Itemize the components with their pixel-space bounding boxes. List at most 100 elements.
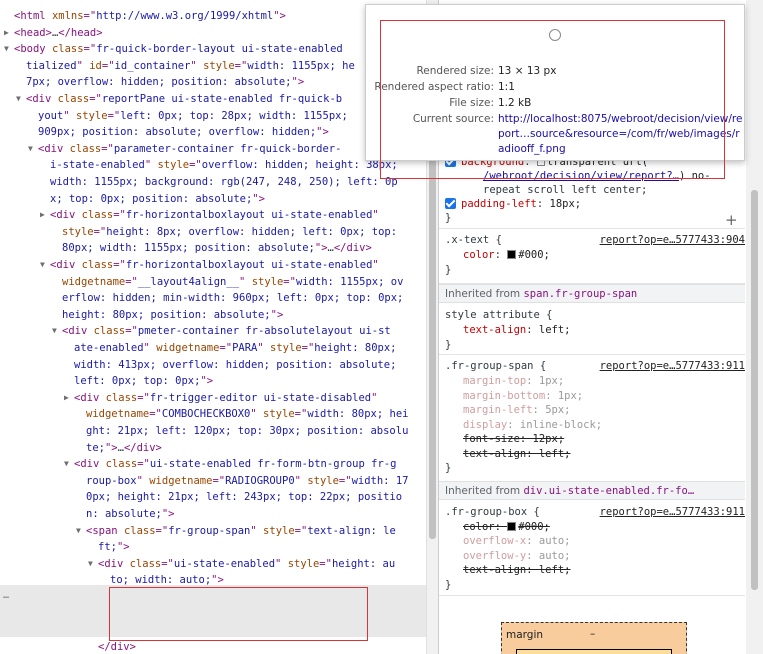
dom-token-tag: =": [161, 557, 174, 570]
dom-node-line[interactable]: ▼ <body class="fr-quick-border-layout ui-…: [0, 41, 426, 58]
decl-colon: :: [526, 375, 539, 387]
style-decl-margin-top[interactable]: margin-top: 1px;: [463, 374, 564, 389]
inherited-target-link[interactable]: div.ui-state-enabled.fr-fo…: [523, 485, 694, 497]
expand-triangle-icon[interactable]: ▼: [88, 556, 98, 573]
dom-node-line[interactable]: style="height: 8px; overflow: hidden; le…: [0, 224, 426, 241]
dom-node-line[interactable]: left: 0px; top: 0px;">: [0, 373, 426, 390]
dom-node-line[interactable]: ▼ <div class="ui-state-enabled" style="he…: [0, 556, 426, 573]
rule-selector-fr-group-span[interactable]: .fr-group-span {: [445, 359, 546, 374]
dom-token-attr: style: [251, 275, 284, 288]
style-decl-text-align[interactable]: text-align: left;: [463, 447, 570, 462]
dom-token-val: 0px; height: 21px; left: 243px; top: 22p…: [86, 491, 403, 504]
dom-token-val: 80px; width: 1155px; position: absolute;: [62, 242, 315, 255]
dom-node-line[interactable]: ▶ <div class="fr-horizontalboxlayout ui-s…: [0, 207, 426, 224]
dom-node-line[interactable]: 7px; overflow: hidden; position: absolut…: [0, 74, 426, 91]
dom-token-tag: =": [125, 275, 138, 288]
decl-colon: :: [545, 389, 558, 402]
box-model-margin-value[interactable]: –: [590, 628, 595, 640]
dom-node-line[interactable]: te;">…</div>: [0, 440, 426, 457]
dom-token-attr: style: [62, 225, 94, 238]
dom-node-line[interactable]: 909px; position: absolute; overflow: hid…: [0, 124, 426, 141]
style-decl-margin-left[interactable]: margin-left: 5px;: [463, 403, 571, 418]
dom-token-val: RADIOGROUP0: [225, 474, 295, 487]
expand-triangle-icon[interactable]: ▼: [52, 323, 62, 340]
dom-node-line[interactable]: width: 1155px; background: rgb(247, 248,…: [0, 174, 426, 191]
inherited-target-link[interactable]: span.fr-group-span: [523, 288, 637, 300]
dom-token-tag: =": [149, 408, 162, 421]
dom-token-attr: style: [263, 408, 295, 421]
style-decl-margin-bottom[interactable]: margin-bottom: 1px;: [463, 389, 583, 404]
dom-node-line[interactable]: ▼ <div class="pmeter-container fr-absolut…: [0, 323, 426, 340]
dom-node-line[interactable]: width: 413px; overflow: hidden; position…: [0, 357, 426, 374]
dom-node-line[interactable]: widgetname="__layout4align__" style="wid…: [0, 274, 426, 291]
dom-node-line[interactable]: roup-box" widgetname="RADIOGROUP0" style…: [0, 473, 426, 490]
dom-node-line[interactable]: height: 80px; position: absolute;">: [0, 307, 426, 324]
dom-node-line[interactable]: ▼ <div class="reportPane ui-state-enabled…: [0, 91, 426, 108]
dom-token-tag: =": [83, 10, 97, 22]
dom-token-tag: ">: [270, 308, 284, 321]
dom-node-line[interactable]: ▶ <head>…</head>: [0, 25, 426, 42]
decl-property: display: [463, 418, 508, 431]
dom-node-line[interactable]: ght: 21px; left: 120px; top: 30px; posit…: [0, 423, 426, 440]
style-decl-display[interactable]: display: inline-block;: [463, 418, 602, 433]
dom-node-line[interactable]: ft;">: [0, 539, 426, 556]
dom-token-attr: class: [105, 458, 138, 471]
dom-node-line[interactable]: <html xmlns="http://www.w3.org/1999/xhtm…: [0, 8, 426, 25]
rule-close-brace: }: [445, 462, 452, 474]
dom-token-tag: =": [113, 209, 126, 222]
dom-token-attr: class: [129, 557, 162, 570]
dom-node-line[interactable]: tialized" id="id_container" style="width…: [0, 58, 426, 75]
dom-node-line[interactable]: ▶ <div class="fr-trigger-editor ui-state-…: [0, 390, 426, 407]
dom-token-tag: ": [275, 557, 288, 570]
style-decl-font-size[interactable]: font-size: 12px;: [463, 432, 564, 447]
dom-node-line[interactable]: 80px; width: 1155px; position: absolute;…: [0, 240, 426, 257]
dom-node-line[interactable]: widgetname="COMBOCHECKBOX0" style="width…: [0, 406, 426, 423]
collapse-triangle-icon[interactable]: ▶: [40, 207, 50, 224]
dom-node-line[interactable]: </div>: [0, 639, 426, 654]
decl-value: 1px;: [557, 389, 584, 402]
annotation-box-popup: [380, 20, 725, 179]
dom-node-line[interactable]: erflow: hidden; min-width: 960px; left: …: [0, 290, 426, 307]
dom-node-line[interactable]: 0px; height: 21px; left: 243px; top: 22p…: [0, 489, 426, 506]
rule-source-link[interactable]: report?op=e…5777433:911: [600, 359, 745, 374]
box-model-diagram[interactable]: margin –: [501, 622, 687, 654]
node-menu-dots[interactable]: …: [3, 590, 10, 601]
dom-node-line[interactable]: n: absolute;">: [0, 506, 426, 523]
dom-node-line[interactable]: ▼ <div class="parameter-container fr-quic…: [0, 141, 426, 158]
dom-token-tag: =": [234, 59, 248, 72]
expand-triangle-icon[interactable]: ▼: [76, 523, 86, 540]
dom-token-tag: ">: [252, 192, 265, 205]
dom-token-tag: =": [189, 159, 202, 172]
dom-node-line[interactable]: x; top: 0px; position: absolute;">: [0, 191, 426, 208]
dom-node-line[interactable]: i-state-enabled" style="overflow: hidden…: [0, 157, 426, 174]
dom-token-val: erflow: hidden; min-width: 960px; left: …: [62, 292, 404, 305]
decl-property: margin-top: [463, 375, 527, 387]
expand-triangle-icon[interactable]: ▼: [64, 456, 74, 473]
dom-token-attr: class: [105, 391, 138, 404]
box-model-border-box: [516, 649, 672, 654]
dom-token-tag: <div: [62, 325, 94, 338]
dom-node-line[interactable]: ▼ <div class="fr-horizontalboxlayout ui-s…: [0, 257, 426, 274]
expand-triangle-icon[interactable]: ▼: [40, 257, 50, 274]
dom-token-tag: </div>: [123, 441, 162, 454]
dom-token-tag: ">: [200, 375, 214, 388]
dom-token-attr: style: [307, 474, 339, 487]
dom-token-tag: <div: [74, 391, 106, 404]
styles-scrollbar[interactable]: [746, 0, 763, 654]
styles-scrollbar-thumb[interactable]: [751, 190, 758, 590]
dom-token-attr: widgetname: [62, 275, 126, 288]
dom-token-tag: =": [93, 225, 107, 238]
collapse-triangle-icon[interactable]: ▶: [4, 25, 14, 42]
expand-triangle-icon[interactable]: ▼: [4, 41, 14, 58]
expand-triangle-icon[interactable]: ▼: [28, 141, 38, 158]
dom-node-line[interactable]: yout" style="left: 0px; top: 28px; width…: [0, 108, 426, 125]
dom-node-line[interactable]: ▼ <div class="ui-state-enabled fr-form-bt…: [0, 456, 426, 473]
dom-token-val: width: 413px; overflow: hidden; position…: [74, 358, 397, 371]
dom-token-attr: style: [75, 109, 108, 122]
dom-token-tag: =": [283, 275, 296, 288]
dom-node-line[interactable]: ▼ <span class="fr-group-span" style="text…: [0, 523, 426, 540]
expand-triangle-icon[interactable]: ▼: [16, 91, 26, 108]
dom-node-line[interactable]: ate-enabled" widgetname="PARA" style="he…: [0, 340, 426, 357]
dom-token-tag: </div>: [333, 242, 372, 255]
collapse-triangle-icon[interactable]: ▶: [64, 390, 74, 407]
